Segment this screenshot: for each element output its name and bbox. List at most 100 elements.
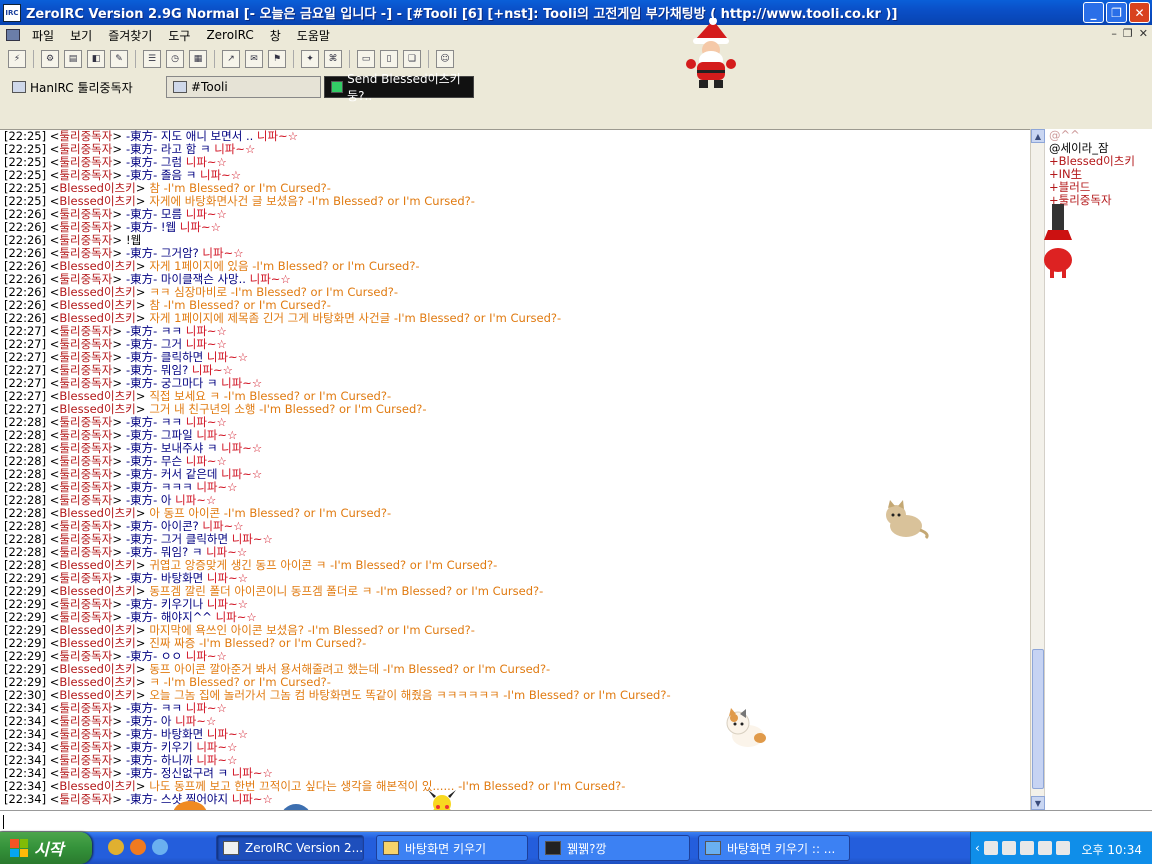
about-icon[interactable]: ☺	[436, 50, 454, 68]
nick[interactable]: <툴리중독자>	[50, 363, 122, 377]
scroll-up-arrow-icon[interactable]: ▲	[1031, 129, 1045, 143]
nick[interactable]: <툴리중독자>	[50, 233, 122, 247]
tab-channel[interactable]: #Tooli	[166, 76, 321, 98]
nick[interactable]: <툴리중독자>	[50, 155, 122, 169]
nick-name[interactable]: Blessed이츠키	[59, 623, 135, 637]
nick[interactable]: <툴리중독자>	[50, 272, 122, 286]
nick[interactable]: <툴리중독자>	[50, 701, 122, 715]
nick[interactable]: <툴리중독자>	[50, 792, 122, 806]
nick-name[interactable]: 툴리중독자	[59, 168, 112, 182]
nick[interactable]: <툴리중독자>	[50, 207, 122, 221]
menu-favorites[interactable]: 즐겨찾기	[100, 27, 160, 44]
nick-name[interactable]: 툴리중독자	[59, 493, 112, 507]
nick-name[interactable]: 툴리중독자	[59, 480, 112, 494]
nick[interactable]: <툴리중독자>	[50, 714, 122, 728]
connect-icon[interactable]: ⚡	[8, 50, 26, 68]
address-book-icon[interactable]: ◧	[87, 50, 105, 68]
nick[interactable]: <툴리중독자>	[50, 130, 122, 143]
nick[interactable]: <툴리중독자>	[50, 532, 122, 546]
nick[interactable]: <Blessed이츠키>	[50, 259, 146, 273]
nick-name[interactable]: 툴리중독자	[59, 454, 112, 468]
nick-name[interactable]: Blessed이츠키	[59, 636, 135, 650]
nick[interactable]: <Blessed이츠키>	[50, 636, 146, 650]
nick[interactable]: <툴리중독자>	[50, 597, 122, 611]
quicklaunch-ie-icon[interactable]	[152, 839, 168, 855]
colors-icon[interactable]: ▦	[189, 50, 207, 68]
tab-server[interactable]: HanIRC 툴리중독자	[6, 76, 166, 98]
nick-name[interactable]: 툴리중독자	[59, 246, 112, 260]
mdi-close-button[interactable]: ✕	[1139, 27, 1148, 40]
nick-name[interactable]: Blessed이츠키	[59, 675, 135, 689]
nick-name[interactable]: Blessed이츠키	[59, 389, 135, 403]
timer-icon[interactable]: ◷	[166, 50, 184, 68]
nick[interactable]: <툴리중독자>	[50, 610, 122, 624]
nick[interactable]: <툴리중독자>	[50, 168, 122, 182]
cascade-icon[interactable]: ❏	[403, 50, 421, 68]
nick-name[interactable]: 툴리중독자	[59, 649, 112, 663]
nick-name[interactable]: 툴리중독자	[59, 155, 112, 169]
menu-zeroirc[interactable]: ZeroIRC	[198, 28, 261, 42]
nick[interactable]: <툴리중독자>	[50, 766, 122, 780]
nick-name[interactable]: Blessed이츠키	[59, 402, 135, 416]
nick-name[interactable]: 툴리중독자	[59, 130, 112, 143]
tray-dog-icon[interactable]	[1001, 841, 1016, 855]
nick[interactable]: <툴리중독자>	[50, 727, 122, 741]
nick-name[interactable]: 툴리중독자	[59, 324, 112, 338]
notify-icon[interactable]: ✦	[301, 50, 319, 68]
nick-name[interactable]: 툴리중독자	[59, 727, 112, 741]
scroll-down-arrow-icon[interactable]: ▼	[1031, 796, 1045, 810]
minimize-button[interactable]: _	[1083, 2, 1104, 23]
nick[interactable]: <툴리중독자>	[50, 441, 122, 455]
nick-name[interactable]: 툴리중독자	[59, 363, 112, 377]
mdi-minimize-button[interactable]: –	[1111, 27, 1117, 40]
nick[interactable]: <툴리중독자>	[50, 753, 122, 767]
nick[interactable]: <Blessed이츠키>	[50, 194, 146, 208]
taskbar-item-zeroirc[interactable]: ZeroIRC Version 2...	[216, 835, 364, 861]
nick[interactable]: <Blessed이츠키>	[50, 181, 146, 195]
nick[interactable]: <Blessed이츠키>	[50, 688, 146, 702]
start-button[interactable]: 시작	[0, 832, 92, 864]
nick[interactable]: <툴리중독자>	[50, 480, 122, 494]
nick-name[interactable]: 툴리중독자	[59, 766, 112, 780]
nick-name[interactable]: 툴리중독자	[59, 571, 112, 585]
nick-name[interactable]: 툴리중독자	[59, 337, 112, 351]
nick-name[interactable]: 툴리중독자	[59, 714, 112, 728]
chat-input[interactable]	[0, 810, 1152, 832]
nick[interactable]: <툴리중독자>	[50, 519, 122, 533]
dcc-options-icon[interactable]: ⚑	[268, 50, 286, 68]
nick-name[interactable]: 툴리중독자	[59, 467, 112, 481]
nick-name[interactable]: 툴리중독자	[59, 519, 112, 533]
quicklaunch-browser-icon[interactable]	[130, 839, 146, 855]
nick[interactable]: <Blessed이츠키>	[50, 506, 146, 520]
nick[interactable]: <툴리중독자>	[50, 428, 122, 442]
log-icon[interactable]: ☰	[143, 50, 161, 68]
options-icon[interactable]: ⚙	[41, 50, 59, 68]
nick[interactable]: <Blessed이츠키>	[50, 662, 146, 676]
close-button[interactable]: ✕	[1129, 2, 1150, 23]
nick[interactable]: <툴리중독자>	[50, 415, 122, 429]
nick[interactable]: <툴리중독자>	[50, 740, 122, 754]
nick-name[interactable]: Blessed이츠키	[59, 779, 135, 793]
nick[interactable]: <툴리중독자>	[50, 246, 122, 260]
nick-name[interactable]: Blessed이츠키	[59, 311, 135, 325]
nick[interactable]: <툴리중독자>	[50, 220, 122, 234]
mdi-system-icon[interactable]	[6, 29, 20, 41]
nick[interactable]: <툴리중독자>	[50, 493, 122, 507]
nick-name[interactable]: 툴리중독자	[59, 428, 112, 442]
nick[interactable]: <Blessed이츠키>	[50, 311, 146, 325]
nick[interactable]: <툴리중독자>	[50, 324, 122, 338]
tile-vertical-icon[interactable]: ▯	[380, 50, 398, 68]
quicklaunch-app-icon[interactable]	[108, 839, 124, 855]
nick[interactable]: <툴리중독자>	[50, 545, 122, 559]
nick-name[interactable]: Blessed이츠키	[59, 584, 135, 598]
nick[interactable]: <Blessed이츠키>	[50, 285, 146, 299]
nick[interactable]: <Blessed이츠키>	[50, 558, 146, 572]
nick[interactable]: <툴리중독자>	[50, 571, 122, 585]
tray-network-icon[interactable]	[1055, 841, 1070, 855]
nick-name[interactable]: 툴리중독자	[59, 532, 112, 546]
nick-name[interactable]: 툴리중독자	[59, 272, 112, 286]
nick[interactable]: <Blessed이츠키>	[50, 779, 146, 793]
nick[interactable]: <툴리중독자>	[50, 467, 122, 481]
nick-name[interactable]: 툴리중독자	[59, 545, 112, 559]
nick-name[interactable]: Blessed이츠키	[59, 688, 135, 702]
